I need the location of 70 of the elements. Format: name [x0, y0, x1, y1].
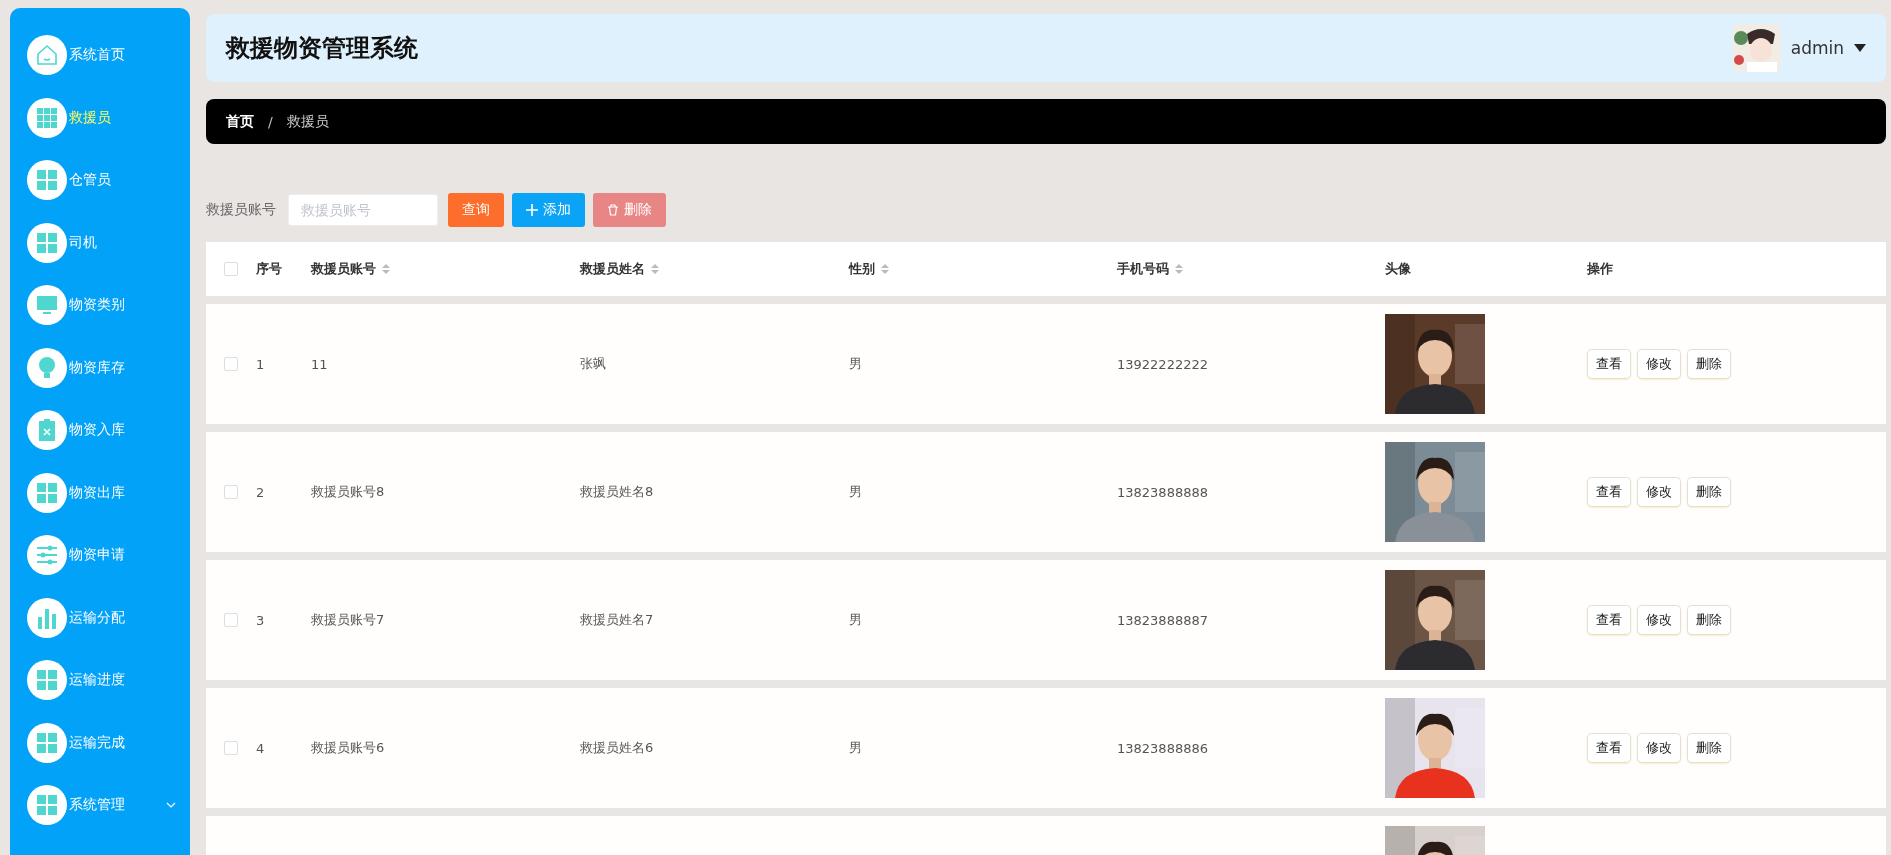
- bulb-icon: [36, 355, 58, 380]
- column-header[interactable]: 手机号码: [1117, 260, 1385, 278]
- table-cell: 男: [849, 356, 862, 371]
- breadcrumb-item[interactable]: 首页: [226, 112, 254, 131]
- delete-button[interactable]: 删除: [1687, 349, 1731, 379]
- table-cell: 救援员账号7: [311, 612, 385, 627]
- trash-icon: [607, 204, 619, 216]
- grid-icon: [36, 106, 58, 129]
- sort-icon[interactable]: [1175, 263, 1183, 275]
- row-checkbox[interactable]: [224, 613, 238, 627]
- row-checkbox[interactable]: [224, 485, 238, 499]
- breadcrumb-item: 救援员: [286, 112, 329, 131]
- sort-icon[interactable]: [881, 263, 889, 275]
- view-button[interactable]: 查看: [1587, 349, 1631, 379]
- table-cell: 救援员姓名6: [580, 740, 654, 755]
- sort-icon[interactable]: [651, 263, 659, 275]
- row-checkbox[interactable]: [224, 741, 238, 755]
- search-field[interactable]: 救援员账号: [288, 194, 438, 226]
- bar-chart-icon: [36, 606, 58, 629]
- clipboard-icon: [36, 418, 58, 443]
- edit-button[interactable]: 修改: [1637, 605, 1681, 635]
- table-cell: 男: [849, 484, 862, 499]
- delete-button[interactable]: 删除: [1687, 477, 1731, 507]
- table-cell: 2: [256, 484, 265, 500]
- caret-down-icon[interactable]: [1854, 44, 1866, 52]
- breadcrumb-separator: /: [268, 113, 273, 130]
- view-button[interactable]: 查看: [1587, 477, 1631, 507]
- house-icon: [35, 43, 59, 68]
- column-header: 序号: [256, 260, 283, 278]
- app-title: 救援物资管理系统: [226, 33, 419, 64]
- table-cell: 11: [311, 356, 328, 372]
- edit-button[interactable]: 修改: [1637, 733, 1681, 763]
- column-header[interactable]: 性别: [849, 260, 1117, 278]
- edit-button[interactable]: 修改: [1637, 349, 1681, 379]
- grid-icon: [36, 731, 58, 754]
- sliders-icon: [35, 544, 59, 567]
- table-cell: 3: [256, 612, 265, 628]
- edit-button[interactable]: 修改: [1637, 477, 1681, 507]
- row-checkbox[interactable]: [224, 357, 238, 371]
- column-header[interactable]: 救援员账号: [311, 260, 580, 278]
- table-cell: 13823888888: [1117, 484, 1208, 500]
- view-button[interactable]: 查看: [1587, 733, 1631, 763]
- grid-icon: [36, 169, 58, 192]
- grid-icon: [36, 669, 58, 692]
- column-header: 头像: [1385, 260, 1412, 278]
- table-cell: 4: [256, 740, 265, 756]
- table-cell: 男: [849, 740, 862, 755]
- delete-button[interactable]: 删除: [1687, 733, 1731, 763]
- column-header[interactable]: 救援员姓名: [580, 260, 849, 278]
- grid-icon: [36, 481, 58, 504]
- table-cell: 13823888886: [1117, 740, 1208, 756]
- table-cell: 救援员账号8: [311, 484, 385, 499]
- select-all-checkbox[interactable]: [224, 262, 238, 276]
- table-cell: 13922222222: [1117, 356, 1208, 372]
- table-cell: 救援员姓名8: [580, 484, 654, 499]
- table-cell: 救援员账号6: [311, 740, 385, 755]
- table-cell: 13823888887: [1117, 612, 1208, 628]
- table-cell: 张飒: [580, 356, 606, 371]
- column-header: 操作: [1587, 260, 1614, 278]
- plus-icon: [526, 204, 538, 216]
- grid-icon: [36, 231, 58, 254]
- sort-icon[interactable]: [382, 263, 390, 275]
- user-name[interactable]: admin: [1790, 38, 1844, 58]
- table-cell: 1: [256, 356, 265, 372]
- delete-button[interactable]: 删除: [1687, 605, 1731, 635]
- table-cell: 救援员姓名7: [580, 612, 654, 627]
- view-button[interactable]: 查看: [1587, 605, 1631, 635]
- table-cell: 男: [849, 612, 862, 627]
- search-label: 救援员账号: [206, 201, 276, 219]
- grid-icon: [36, 794, 58, 817]
